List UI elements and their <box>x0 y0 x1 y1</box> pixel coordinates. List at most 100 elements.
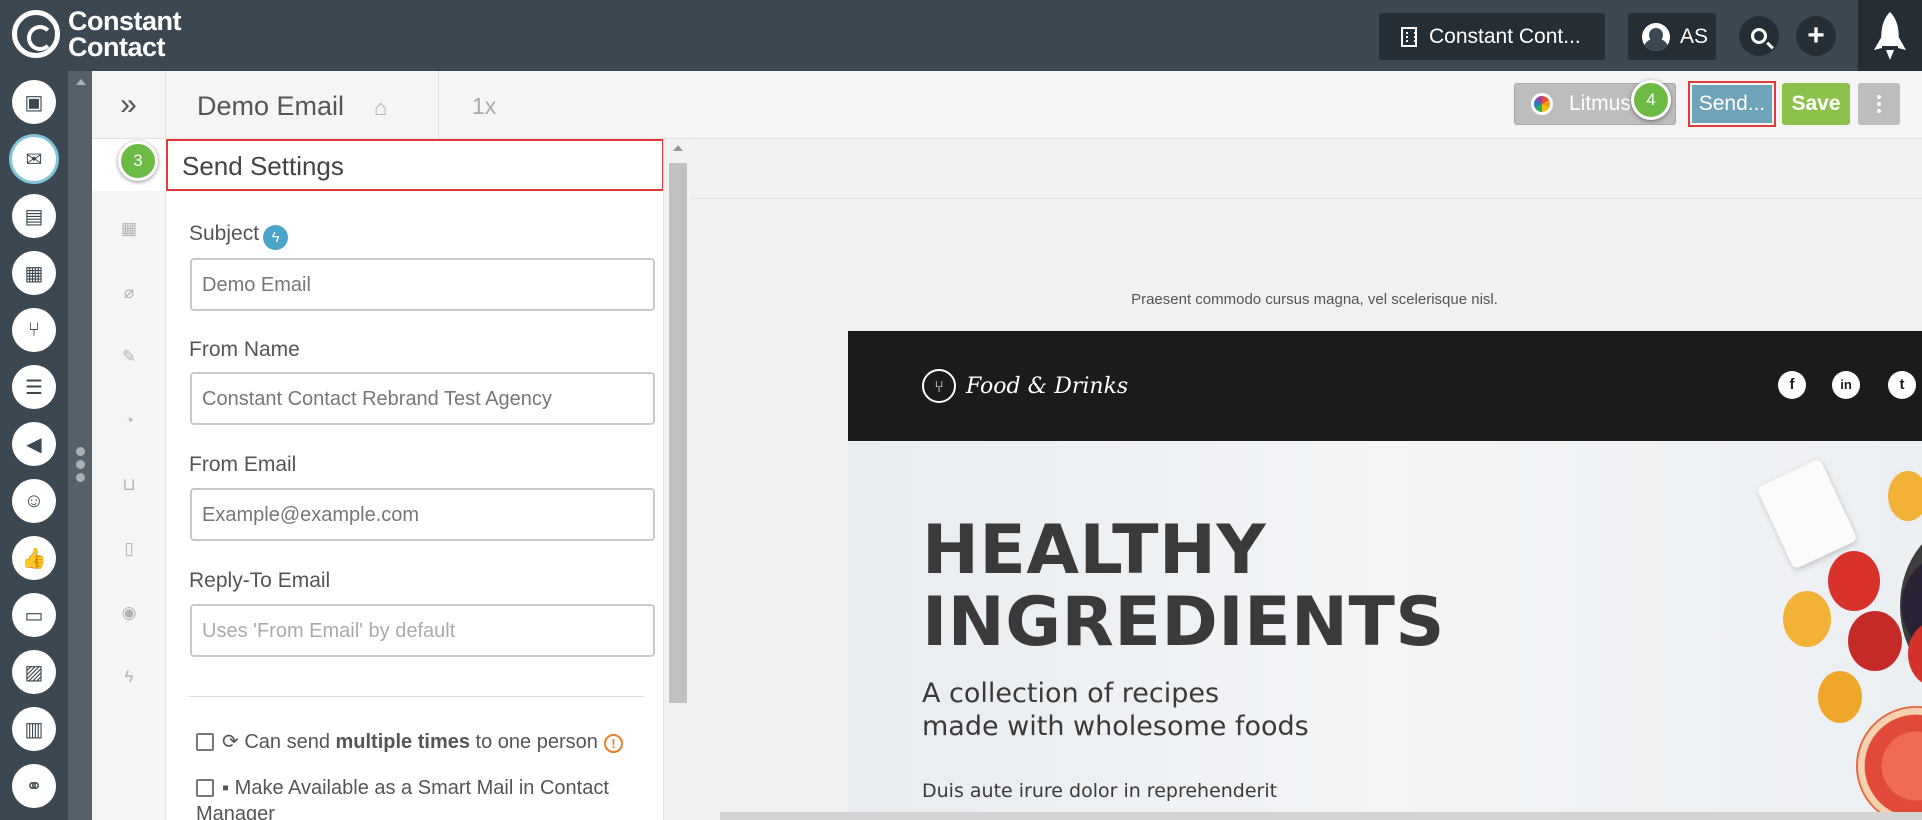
tool-styles[interactable]: ✎ <box>119 347 139 367</box>
multiple-sends-checkbox[interactable] <box>196 733 214 751</box>
launch-button[interactable] <box>1858 0 1922 71</box>
calendar-icon: ▥ <box>24 718 44 741</box>
survey-icon: ☺ <box>23 489 45 512</box>
email-header-block[interactable]: ⑂ Food & Drinks f in t <box>848 331 1922 441</box>
smart-mail-checkbox[interactable] <box>196 779 214 797</box>
email-icon: ✉ <box>25 148 43 171</box>
reply-to-label: Reply-To Email <box>189 569 331 592</box>
more-options-button[interactable] <box>1858 83 1900 125</box>
step-badge-4: 4 <box>1631 80 1671 120</box>
nav-campaigns[interactable]: ◀ <box>12 422 56 466</box>
kebab-menu-icon <box>1877 102 1881 106</box>
nav-surveys[interactable]: ☺ <box>12 479 56 523</box>
create-button[interactable]: + <box>1796 16 1836 56</box>
document-title[interactable]: Demo Email <box>197 91 344 122</box>
document-icon: ▯ <box>124 539 134 558</box>
tool-commerce[interactable]: ⊔ <box>119 475 139 495</box>
fork-spoon-logo-icon: ⑂ <box>922 369 956 403</box>
bolt-icon: ϟ <box>124 667 134 686</box>
megaphone-icon: ◀ <box>26 433 42 456</box>
app-window: Constant Contact Constant Cont... AS + ▣… <box>0 0 1922 820</box>
contacts-icon: ▣ <box>24 91 44 114</box>
like-icon: 👍 <box>21 547 47 570</box>
tool-attachments[interactable]: ⌀ <box>119 283 139 303</box>
top-bar: Constant Contact Constant Cont... AS + <box>0 0 1922 71</box>
send-label: Send... <box>1692 85 1772 123</box>
scroll-up-arrow-icon[interactable] <box>76 79 86 85</box>
litmus-icon <box>1531 93 1553 115</box>
constant-contact-logo[interactable]: Constant Contact <box>12 6 182 61</box>
preview-top-band <box>691 139 1922 199</box>
linkedin-icon[interactable]: in <box>1832 371 1860 399</box>
nav-images[interactable]: ▨ <box>12 650 56 694</box>
expand-panel-button[interactable]: » <box>92 71 166 139</box>
twitter-icon[interactable]: t <box>1888 371 1916 399</box>
account-switcher-button[interactable]: Constant Cont... <box>1379 13 1605 60</box>
nav-email[interactable]: ✉ <box>12 137 56 181</box>
from-email-input[interactable]: Example@example.com <box>190 488 655 541</box>
send-button[interactable]: Send... <box>1688 81 1776 127</box>
facebook-icon[interactable]: f <box>1778 371 1806 399</box>
left-nav-rail: ▣ ✉ ▤ ▦ ⑂ ☰ ◀ ☺ 👍 ▭ ▨ ▥ ⚭ <box>0 71 68 820</box>
from-name-input[interactable]: Constant Contact Rebrand Test Agency <box>190 372 655 425</box>
hero-subheadline: A collection of recipes made with wholes… <box>922 678 1309 742</box>
hero-body-text: Duis aute irure dolor in reprehenderit <box>922 780 1278 802</box>
email-body: ⑂ Food & Drinks f in t HEALTHY INGREDIEN… <box>848 331 1922 820</box>
scroll-up-arrow-icon[interactable] <box>673 145 683 151</box>
panel-scrollbar[interactable] <box>663 139 691 820</box>
tag-icon[interactable]: ⌂ <box>374 95 387 121</box>
reply-to-input[interactable]: Uses 'From Email' by default <box>190 604 655 657</box>
nav-partners[interactable]: ⚭ <box>12 764 56 808</box>
layout-icon: ▦ <box>120 219 138 238</box>
email-hero-block[interactable]: HEALTHY INGREDIENTS A collection of reci… <box>848 441 1922 820</box>
rocket-icon <box>1874 12 1906 60</box>
tool-documents[interactable]: ▯ <box>119 539 139 559</box>
save-button[interactable]: Save <box>1782 83 1850 125</box>
header-divider <box>438 71 439 139</box>
logo-icon <box>12 10 60 58</box>
user-menu-button[interactable]: AS <box>1628 13 1716 60</box>
map-icon: ▦ <box>24 262 44 285</box>
tool-dynamic[interactable]: ϟ <box>119 667 139 687</box>
tool-layout[interactable]: ▦ <box>119 219 139 239</box>
nav-social[interactable]: 👍 <box>12 536 56 580</box>
preview-eye-icon: ◉ <box>121 603 137 622</box>
nav-video[interactable]: ▭ <box>12 593 56 637</box>
scrollbar-thumb[interactable] <box>669 163 687 703</box>
rss-icon: ◔ <box>123 411 135 430</box>
email-preheader-text[interactable]: Praesent commodo cursus magna, vel scele… <box>691 291 1922 308</box>
option-multiple-sends: ⟳ Can send multiple times to one person! <box>196 729 666 755</box>
preview-horizontal-scrollbar[interactable] <box>720 812 1922 820</box>
nav-rail-scrollbar[interactable] <box>68 71 92 820</box>
tool-preview[interactable]: ◉ <box>119 603 139 623</box>
image-library-icon: ▨ <box>24 661 44 684</box>
nav-workflow[interactable]: ⑂ <box>12 308 56 352</box>
forms-icon: ▤ <box>24 205 44 228</box>
user-initials: AS <box>1680 24 1709 48</box>
list-icon: ☰ <box>25 376 43 399</box>
from-email-label: From Email <box>189 453 297 476</box>
logo-line-1: Constant <box>68 6 182 36</box>
nav-contacts[interactable]: ▣ <box>12 80 56 124</box>
zoom-level[interactable]: 1x <box>472 93 496 120</box>
workflow-icon: ⑂ <box>28 318 40 341</box>
editor-tool-column: ▦ ⌀ ✎ ◔ ⊔ ▯ ◉ ϟ <box>92 139 166 820</box>
nav-forms[interactable]: ▤ <box>12 194 56 238</box>
contact-card-icon: ▪ <box>222 777 230 799</box>
step-badge-3: 3 <box>118 141 158 181</box>
double-chevron-right-icon: » <box>120 88 137 121</box>
subject-input[interactable]: Demo Email <box>190 258 655 311</box>
nav-calendar[interactable]: ▥ <box>12 707 56 751</box>
brush-icon: ✎ <box>121 347 137 366</box>
nav-map[interactable]: ▦ <box>12 251 56 295</box>
tool-rss[interactable]: ◔ <box>119 411 139 431</box>
hero-headline: HEALTHY INGREDIENTS <box>922 511 1445 662</box>
subject-label: Subject <box>189 222 260 245</box>
rail-resize-handle[interactable] <box>76 447 85 486</box>
handshake-icon: ⚭ <box>25 775 43 798</box>
avatar-icon <box>1642 22 1670 51</box>
dynamic-content-bolt-icon[interactable]: ϟ <box>263 225 289 250</box>
warning-icon[interactable]: ! <box>603 734 623 753</box>
nav-lists[interactable]: ☰ <box>12 365 56 409</box>
search-button[interactable] <box>1739 16 1779 56</box>
